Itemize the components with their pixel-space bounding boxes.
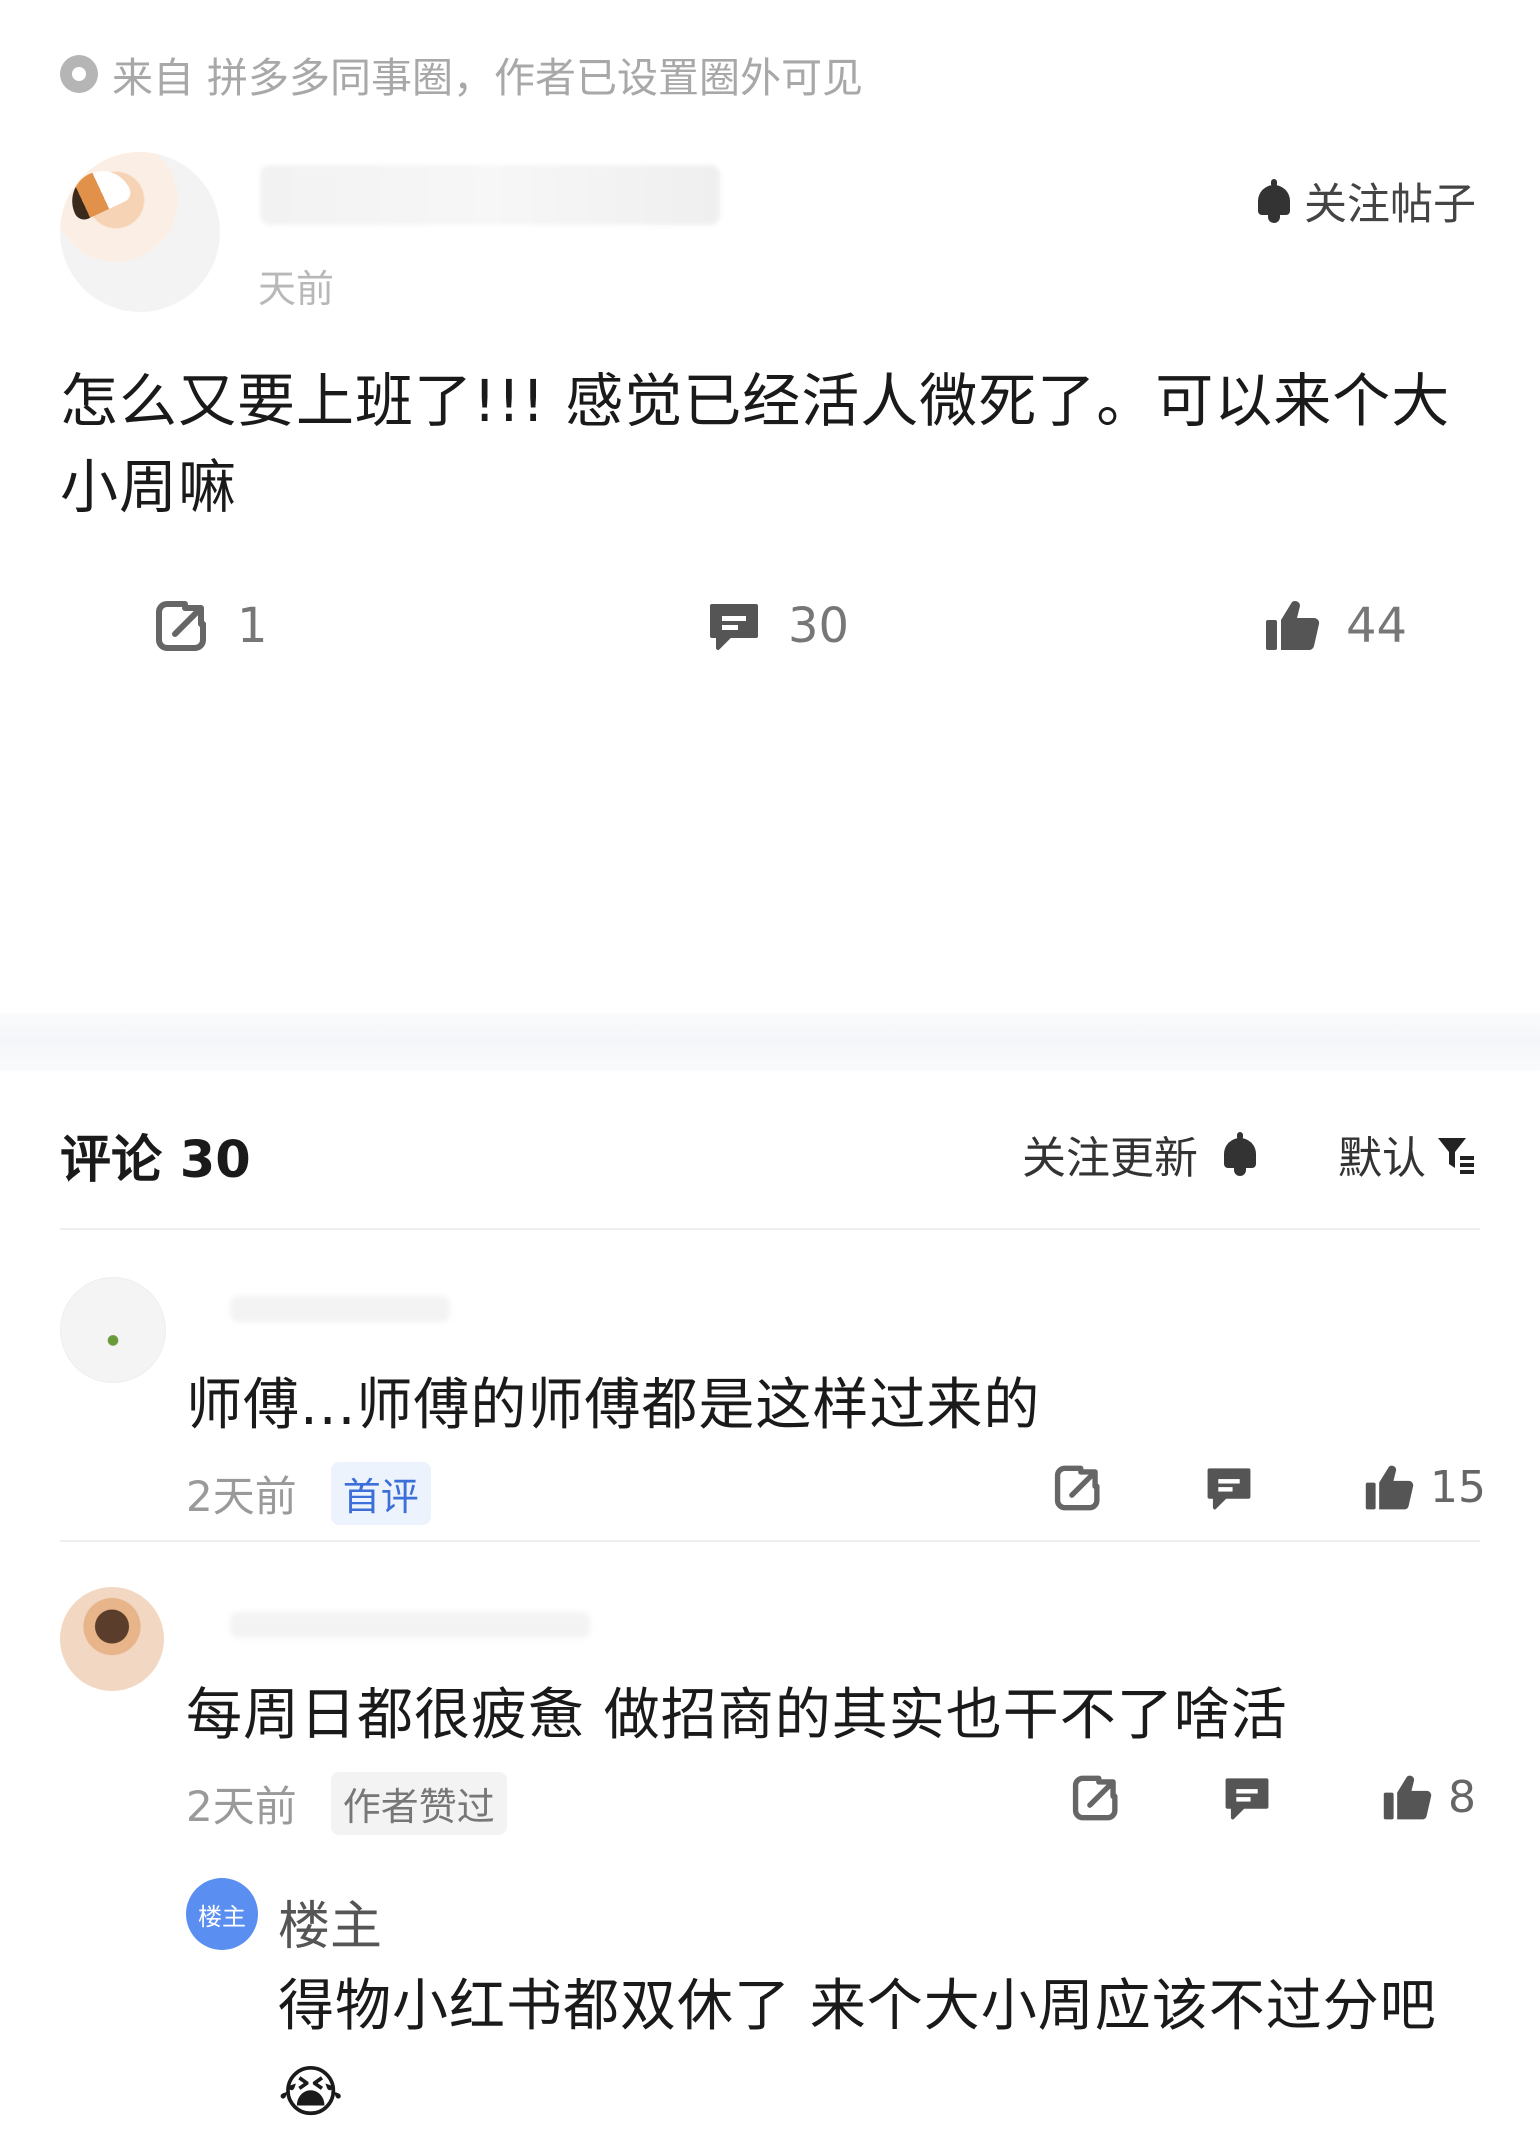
comments-title: 评论 30 — [60, 1131, 251, 1190]
commenter-name-blurred[interactable] — [230, 1296, 450, 1322]
share-count: 1 — [237, 598, 268, 654]
comment-time: 2天前 — [186, 1782, 297, 1831]
source-bar: 来自 拼多多同事圈，作者已设置圈外可见 — [60, 44, 863, 104]
comment-like-button[interactable]: 15 — [1364, 1462, 1486, 1513]
comment-text: 每周日都很疲惫 做招商的其实也干不了啥活 — [186, 1683, 1288, 1748]
comment-actions: 8 — [1072, 1772, 1476, 1823]
reply-icon[interactable] — [1222, 1773, 1272, 1823]
first-comment-badge: 首评 — [330, 1462, 431, 1525]
share-icon[interactable] — [1072, 1773, 1122, 1823]
reply-text: 得物小红书都双休了 来个大小周应该不过分吧😭 — [278, 1974, 1437, 2125]
bell-icon — [1254, 179, 1294, 223]
sort-button[interactable]: 默认 — [1338, 1122, 1476, 1186]
author-liked-badge: 作者赞过 — [330, 1772, 507, 1835]
divider — [60, 1540, 1480, 1542]
reply-icon[interactable] — [1204, 1463, 1254, 1513]
comment-like-count: 15 — [1430, 1462, 1486, 1513]
post-content: 怎么又要上班了!!! 感觉已经活人微死了。可以来个大小周嘛 — [60, 367, 1451, 521]
thumbs-up-icon — [1266, 601, 1320, 651]
section-divider — [0, 1013, 1540, 1071]
share-button[interactable]: 1 — [155, 598, 268, 654]
comment-button[interactable]: 30 — [706, 598, 849, 654]
circle-icon — [60, 55, 98, 93]
reply-author-name[interactable]: 楼主 — [278, 1884, 382, 1959]
thumbs-up-icon — [1383, 1775, 1432, 1819]
share-icon — [156, 601, 206, 651]
op-badge: 楼主 — [186, 1878, 258, 1950]
comment-time: 2天前 — [186, 1472, 297, 1521]
follow-post-label: 关注帖子 — [1304, 180, 1476, 230]
like-button[interactable]: 44 — [1264, 598, 1407, 654]
bell-icon — [1220, 1132, 1260, 1176]
commenter-name-blurred[interactable] — [230, 1612, 590, 1638]
follow-post-button[interactable]: 关注帖子 — [1254, 170, 1476, 232]
commenter-avatar[interactable] — [60, 1277, 166, 1383]
comment-meta: 2天前 作者赞过 — [186, 1772, 507, 1835]
commenter-avatar[interactable] — [60, 1587, 164, 1691]
follow-update-button[interactable]: 关注更新 — [1022, 1122, 1260, 1186]
comment-count: 30 — [788, 598, 850, 654]
comment-meta: 2天前 首评 — [186, 1462, 431, 1525]
author-avatar[interactable] — [60, 152, 220, 312]
post-time: 天前 — [258, 267, 335, 311]
filter-icon — [1438, 1138, 1474, 1174]
sort-label: 默认 — [1338, 1133, 1426, 1184]
like-count: 44 — [1346, 598, 1408, 654]
comment-icon — [710, 604, 758, 650]
comment-like-button[interactable]: 8 — [1382, 1772, 1476, 1823]
follow-update-label: 关注更新 — [1022, 1133, 1198, 1184]
author-name-blurred[interactable] — [260, 165, 720, 225]
share-icon[interactable] — [1054, 1463, 1104, 1513]
comment-text: 师傅...师傅的师傅都是这样过来的 — [186, 1373, 1041, 1438]
thumbs-up-icon — [1365, 1465, 1414, 1509]
source-text: 来自 拼多多同事圈，作者已设置圈外可见 — [112, 54, 864, 102]
comment-like-count: 8 — [1448, 1772, 1476, 1823]
divider — [60, 1228, 1480, 1230]
blurred-region — [120, 770, 740, 880]
comment-actions: 15 — [1054, 1462, 1486, 1513]
